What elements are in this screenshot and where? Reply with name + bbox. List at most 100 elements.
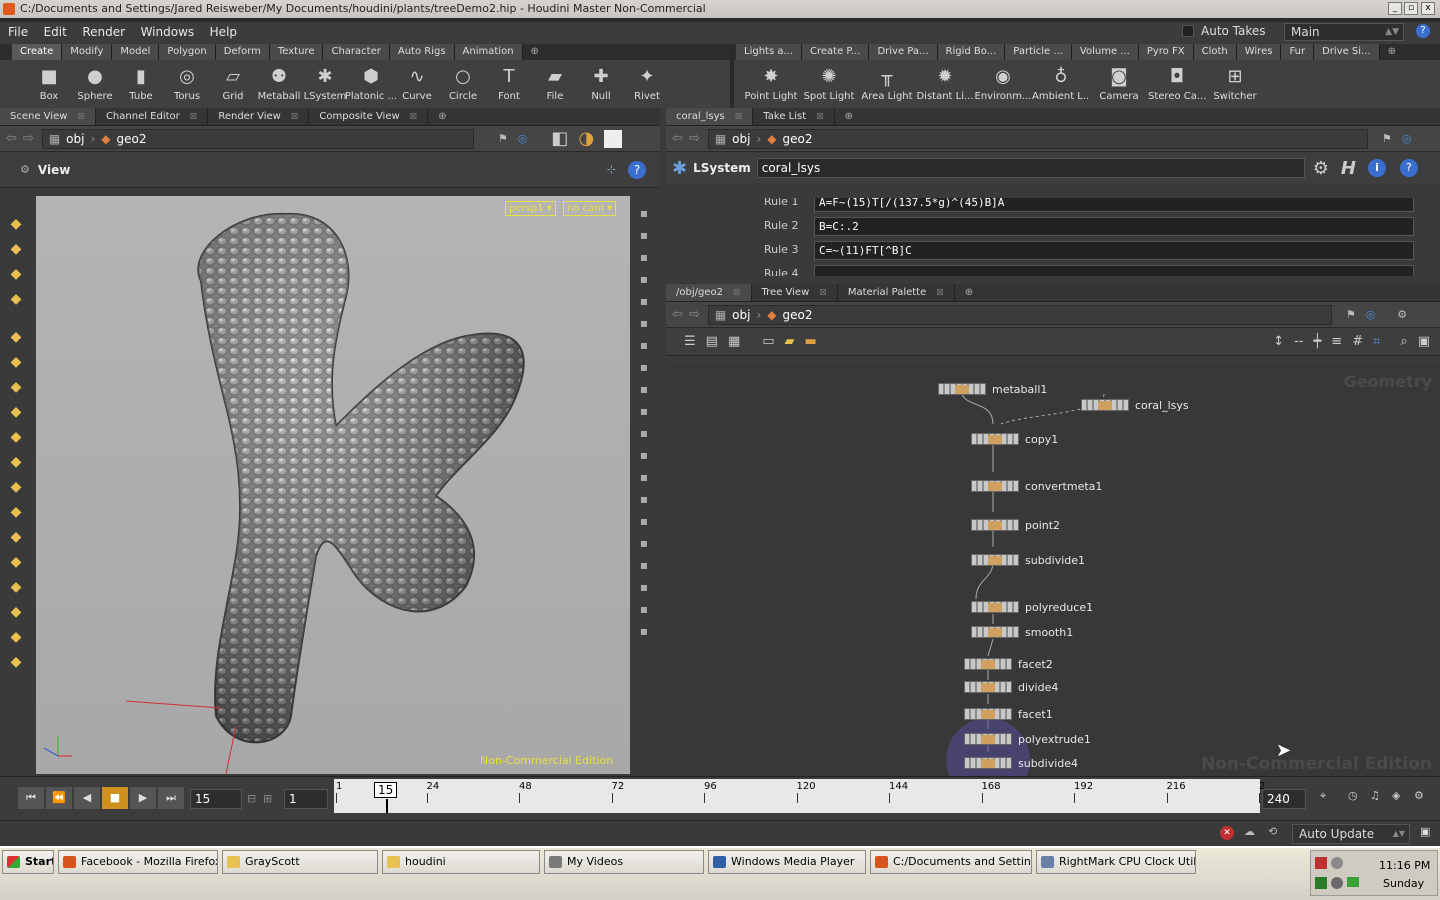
matrix-icon[interactable]: #: [1352, 334, 1363, 349]
tool-ambient-light[interactable]: ♁ Ambient L...: [1032, 60, 1090, 104]
shelf-tab-lights-a-[interactable]: Lights a...: [736, 44, 803, 60]
close-tab-icon[interactable]: ⊠: [816, 112, 824, 122]
pane-tab-material-palette[interactable]: Material Palette ⊠: [838, 284, 955, 301]
tool-point-light[interactable]: ✸ Point Light: [742, 60, 800, 104]
param-path-geo2[interactable]: geo2: [783, 132, 813, 146]
take-selector[interactable]: Main ▲▼: [1284, 23, 1404, 41]
list-view-icon[interactable]: ☰: [684, 334, 696, 349]
node-polyreduce1[interactable]: polyreduce1: [971, 600, 1093, 614]
net-forward-icon[interactable]: ⇨: [689, 307, 700, 322]
net-path-obj[interactable]: obj: [732, 308, 750, 322]
tool-rivet[interactable]: ✦ Rivet: [624, 60, 670, 104]
start-button[interactable]: Start: [2, 850, 54, 874]
display-option-icon[interactable]: ▪: [635, 402, 653, 420]
tool-camera[interactable]: ◙ Camera: [1090, 60, 1148, 104]
net-grid-icon[interactable]: ⌗: [1373, 334, 1380, 349]
menu-render[interactable]: Render: [82, 25, 125, 39]
tool-torus[interactable]: ◎ Torus: [164, 60, 210, 104]
menu-windows[interactable]: Windows: [141, 25, 195, 39]
rule-field[interactable]: A=F~(15)T[/(137.5*g)^(45)B]A: [814, 198, 1414, 212]
frame-plus-icon[interactable]: ⊞: [263, 792, 272, 805]
play-reverse-icon[interactable]: ◀: [74, 787, 100, 809]
node-copy1[interactable]: copy1: [971, 432, 1058, 446]
tool-circle[interactable]: ○ Circle: [440, 60, 486, 104]
pane-tab--obj-geo2[interactable]: /obj/geo2 ⊠: [666, 284, 752, 301]
node-body[interactable]: [1081, 399, 1129, 411]
snap-icon[interactable]: ⊹: [607, 163, 616, 176]
add-shelf-tab-icon[interactable]: ⊕: [523, 44, 547, 60]
tool-null[interactable]: ✚ Null: [578, 60, 624, 104]
net-back-icon[interactable]: ⇦: [672, 307, 683, 322]
node-body[interactable]: [971, 433, 1019, 445]
taskbar-item[interactable]: My Videos: [544, 850, 704, 874]
render-tool-icon[interactable]: ◆: [4, 576, 28, 598]
tool-stereo-camera[interactable]: ◘ Stereo Ca...: [1148, 60, 1206, 104]
view-help-icon[interactable]: ?: [628, 160, 646, 179]
step-back-icon[interactable]: ⏪: [46, 787, 72, 809]
node-name-field[interactable]: coral_lsys: [756, 158, 1305, 178]
close-tab-icon[interactable]: ⊠: [77, 112, 85, 122]
wire-icon[interactable]: ┿: [1313, 334, 1321, 349]
forward-arrow-icon[interactable]: ⇨: [23, 131, 34, 146]
playhead-marker[interactable]: 15: [374, 782, 398, 798]
shelf-tab-polygon[interactable]: Polygon: [159, 44, 216, 60]
node-body[interactable]: [971, 601, 1019, 613]
audio-icon[interactable]: ♫: [1370, 789, 1380, 802]
handle-tool-icon[interactable]: ◆: [4, 238, 28, 260]
menu-help[interactable]: Help: [210, 25, 237, 39]
shelf-tab-volume-[interactable]: Volume ...: [1071, 44, 1139, 60]
net-path-geo2[interactable]: geo2: [783, 308, 813, 322]
pane-tab-tree-view[interactable]: Tree View ⊠: [752, 284, 838, 301]
view-tool-icon[interactable]: ◆: [4, 351, 28, 373]
shelf-tab-texture[interactable]: Texture: [269, 44, 324, 60]
taskbar-item[interactable]: C:/Documents and Settin...: [870, 850, 1032, 874]
display-option-icon[interactable]: ▪: [635, 424, 653, 442]
add-pane-tab-icon[interactable]: ⊕: [835, 108, 863, 125]
no-cam-menu[interactable]: no cam ▾: [563, 201, 617, 216]
tool-grid[interactable]: ▱ Grid: [210, 60, 256, 104]
materials-tool-icon[interactable]: ◆: [4, 601, 28, 623]
tool-tube[interactable]: ▮ Tube: [118, 60, 164, 104]
timeline-ruler[interactable]: 1 24 48 72 96 120 144 168 192 216 2 15: [334, 779, 1265, 813]
node-polyextrude1[interactable]: polyextrude1: [964, 732, 1091, 746]
add-shelf-tab-icon[interactable]: ⊕: [1380, 44, 1404, 60]
display-option-icon[interactable]: ▪: [635, 512, 653, 530]
view-gear-icon[interactable]: ⚙: [20, 163, 30, 176]
shelf-tab-create-p-[interactable]: Create P...: [802, 44, 870, 60]
tool-metaball[interactable]: ⚉ Metaball: [256, 60, 302, 104]
close-tab-icon[interactable]: ⊠: [735, 112, 743, 122]
layout-icon[interactable]: ▭: [762, 334, 774, 349]
add-pane-tab-icon[interactable]: ⊕: [428, 108, 456, 125]
frame-minus-icon[interactable]: ⊟: [247, 792, 256, 805]
grid-view-icon[interactable]: ▦: [728, 334, 740, 349]
node-facet2[interactable]: facet2: [964, 657, 1053, 671]
taskbar-item[interactable]: RightMark CPU Clock Utility: [1036, 850, 1196, 874]
network-graph[interactable]: Geometry Non-Commercial Edition metaball…: [666, 364, 1440, 776]
node-facet1[interactable]: facet1: [964, 707, 1053, 721]
shelf-tab-cloth[interactable]: Cloth: [1193, 44, 1237, 60]
zoom-icon[interactable]: ⌕: [1400, 334, 1407, 349]
display-option-icon[interactable]: ▪: [635, 490, 653, 508]
range-icon[interactable]: ⌖: [1320, 789, 1326, 803]
pane-tab-composite-view[interactable]: Composite View ⊠: [309, 108, 429, 125]
display-option-icon[interactable]: ▪: [635, 534, 653, 552]
shelf-tab-fur[interactable]: Fur: [1281, 44, 1315, 60]
rule-field[interactable]: C=~(11)FT[^B]C: [814, 241, 1414, 260]
display-option-icon[interactable]: ▪: [635, 556, 653, 574]
shelf-tab-create[interactable]: Create: [12, 44, 63, 60]
close-tab-icon[interactable]: ⊠: [819, 288, 827, 298]
close-button[interactable]: x: [1421, 2, 1435, 15]
go-end-icon[interactable]: ⏭: [158, 787, 184, 809]
net-pin-icon[interactable]: ⚑: [1346, 308, 1356, 321]
shelf-tab-deform[interactable]: Deform: [215, 44, 270, 60]
net-gear-icon[interactable]: ⚙: [1397, 308, 1407, 321]
camera-tool-icon[interactable]: ◆: [4, 651, 28, 673]
tray-cpu-icon[interactable]: [1315, 877, 1327, 889]
pane-tab-render-view[interactable]: Render View ⊠: [208, 108, 310, 125]
shelf-tab-drive-si-[interactable]: Drive Si...: [1314, 44, 1380, 60]
display-option-icon[interactable]: ▪: [635, 358, 653, 376]
tool-platonic[interactable]: ⬢ Platonic ...: [345, 60, 397, 104]
param-path-obj[interactable]: obj: [732, 132, 750, 146]
param-back-icon[interactable]: ⇦: [672, 131, 683, 146]
align-icon[interactable]: ↕: [1273, 334, 1284, 349]
